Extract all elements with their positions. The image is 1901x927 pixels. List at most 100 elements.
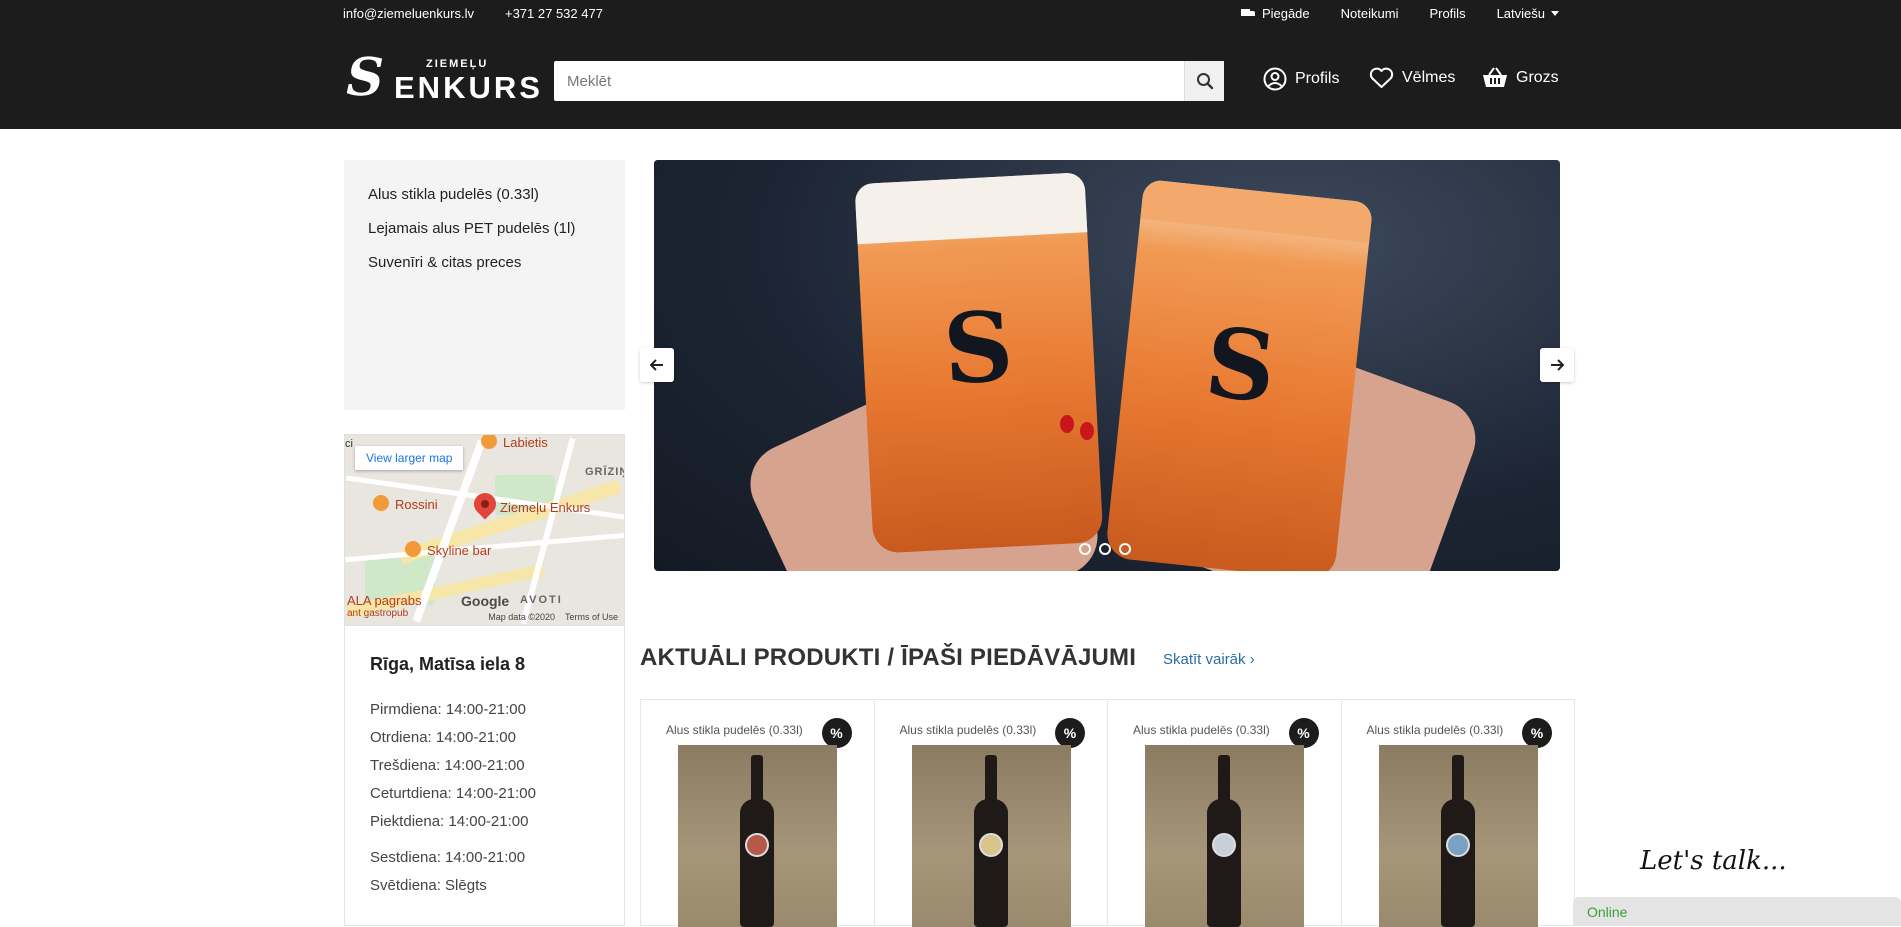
- discount-badge-icon: %: [1522, 718, 1552, 748]
- map-label-ci: ci: [345, 438, 353, 450]
- header-profile-link[interactable]: Profils: [1263, 67, 1339, 91]
- logo-big-text: ENKURS: [394, 70, 543, 105]
- map-label-rossini: Rossini: [395, 497, 438, 512]
- wishlist-label: Vēlmes: [1402, 69, 1456, 86]
- product-category: Alus stikla pudelēs (0.33l): [1133, 723, 1270, 737]
- map-label-labietis: Labietis: [503, 435, 548, 450]
- store-info: Rīga, Matīsa iela 8 Pirmdiena: 14:00-21:…: [344, 626, 625, 926]
- store-address: Rīga, Matīsa iela 8: [370, 654, 526, 674]
- restaurant-marker-icon: [481, 435, 497, 449]
- bottle-image: [973, 755, 1008, 927]
- logo[interactable]: S ZIEMEĻU ENKURS: [340, 47, 540, 110]
- map-footer: Map data ©2020 Terms of Use: [488, 612, 618, 622]
- contact-email-link[interactable]: info@ziemeluenkurs.lv: [343, 6, 474, 21]
- language-label: Latviešu: [1496, 6, 1545, 21]
- hours-sunday: Svētdiena: Slēgts: [370, 877, 487, 894]
- truck-icon: [1240, 8, 1256, 19]
- cart-link[interactable]: Grozs: [1482, 67, 1559, 89]
- chat-widget-bar[interactable]: Online: [1573, 897, 1901, 926]
- product-image[interactable]: [1378, 745, 1538, 927]
- restaurant-marker-icon: [373, 495, 389, 511]
- google-logo: Google: [461, 593, 510, 609]
- search-button[interactable]: [1184, 61, 1224, 101]
- slider-dots: [1079, 543, 1131, 555]
- hours-thursday: Ceturtdiena: 14:00-21:00: [370, 785, 536, 802]
- beer-glass-left: S: [854, 172, 1104, 554]
- category-item-pet[interactable]: Lejamais alus PET pudelēs (1l): [368, 212, 601, 246]
- product-card[interactable]: Alus stikla pudelēs (0.33l) %: [641, 700, 875, 927]
- search-icon: [1196, 73, 1213, 90]
- map-data-text: Map data ©2020: [488, 612, 555, 622]
- slider-dot[interactable]: [1099, 543, 1111, 555]
- wishlist-link[interactable]: Vēlmes: [1369, 67, 1455, 89]
- hours-wednesday: Trešdiena: 14:00-21:00: [370, 757, 525, 774]
- map-label-skyline: Skyline bar: [427, 543, 492, 558]
- beer-glass-right: S: [1104, 179, 1374, 571]
- product-card[interactable]: Alus stikla pudelēs (0.33l) %: [1342, 700, 1575, 927]
- slider-dot[interactable]: [1079, 543, 1091, 555]
- caret-down-icon: [1551, 11, 1559, 16]
- map-label-ala-sub: ant gastropub: [347, 608, 409, 619]
- map-label-enkurs: Ziemeļu Enkurs: [500, 500, 591, 515]
- bottle-image: [740, 755, 774, 927]
- product-category: Alus stikla pudelēs (0.33l): [1366, 723, 1504, 737]
- search-input[interactable]: [554, 61, 1184, 101]
- logo-small-text: ZIEMEĻU: [426, 58, 489, 70]
- bottle-image: [1440, 755, 1475, 927]
- terms-link[interactable]: Noteikumi: [1341, 6, 1399, 21]
- product-card[interactable]: Alus stikla pudelēs (0.33l) %: [1108, 700, 1342, 927]
- chat-status: Online: [1587, 904, 1628, 920]
- location-map[interactable]: View larger map Labietis GRĪZIŅKA ci Ros…: [344, 434, 625, 626]
- slider-prev-button[interactable]: [640, 348, 674, 382]
- cart-label: Grozs: [1516, 69, 1559, 86]
- language-dropdown[interactable]: Latviešu: [1497, 6, 1559, 21]
- product-category: Alus stikla pudelēs (0.33l): [899, 723, 1037, 737]
- delivery-link[interactable]: Piegāde: [1240, 6, 1310, 21]
- top-nav: Piegāde Noteikumi Profils Latviešu: [1240, 6, 1559, 21]
- hours-monday: Pirmdiena: 14:00-21:00: [370, 701, 526, 718]
- slider-next-button[interactable]: [1540, 348, 1574, 382]
- category-item-bottles[interactable]: Alus stikla pudelēs (0.33l): [368, 178, 601, 212]
- basket-icon: [1483, 67, 1507, 87]
- see-more-link[interactable]: Skatīt vairāk ›: [1163, 651, 1255, 668]
- heart-icon: [1369, 67, 1394, 88]
- delivery-label: Piegāde: [1261, 6, 1310, 21]
- glass-logo: S: [1200, 305, 1281, 425]
- category-item-souvenirs[interactable]: Suvenīri & citas preces: [368, 246, 601, 280]
- chat-title[interactable]: Let's talk...: [1640, 846, 1787, 876]
- search-bar: [554, 61, 1224, 101]
- arrow-right-icon: [1551, 359, 1564, 371]
- top-profile-link[interactable]: Profils: [1429, 6, 1465, 21]
- discount-badge-icon: %: [1288, 718, 1319, 748]
- slider-dot[interactable]: [1119, 543, 1131, 555]
- bar-marker-icon: [405, 541, 421, 557]
- header-profile-label: Profils: [1295, 70, 1340, 87]
- product-image[interactable]: [678, 745, 837, 927]
- hours-saturday: Sestdiena: 14:00-21:00: [370, 849, 526, 866]
- arrow-left-icon: [650, 359, 663, 371]
- view-larger-map-button[interactable]: View larger map: [355, 446, 464, 470]
- map-terms-link[interactable]: Terms of Use: [565, 612, 618, 622]
- hours-friday: Piektdiena: 14:00-21:00: [370, 813, 529, 830]
- product-card[interactable]: Alus stikla pudelēs (0.33l) %: [875, 700, 1108, 927]
- hours-tuesday: Otrdiena: 14:00-21:00: [370, 729, 516, 746]
- discount-badge-icon: %: [821, 718, 852, 748]
- map-label-ala: ALA pagrabs: [347, 593, 422, 608]
- logo-anchor-mark: S: [339, 47, 391, 108]
- site-header: info@ziemeluenkurs.lv +371 27 532 477 Pi…: [0, 0, 1901, 129]
- hero-slider[interactable]: S S: [654, 160, 1560, 571]
- bottle-image: [1207, 755, 1241, 927]
- slide-nail: [1080, 422, 1094, 440]
- section-title: AKTUĀLI PRODUKTI / ĪPAŠI PIEDĀVĀJUMI: [640, 644, 1137, 671]
- contact-phone-link[interactable]: +371 27 532 477: [505, 6, 603, 21]
- product-image[interactable]: [1145, 745, 1304, 927]
- product-grid: Alus stikla pudelēs (0.33l) % Alus stikl…: [640, 699, 1575, 927]
- map-label-grizinka: GRĪZIŅKA: [585, 466, 624, 478]
- glass-logo: S: [940, 289, 1016, 407]
- category-menu: Alus stikla pudelēs (0.33l) Lejamais alu…: [344, 160, 625, 410]
- discount-badge-icon: %: [1055, 718, 1085, 748]
- slide-nail: [1060, 415, 1074, 433]
- product-category: Alus stikla pudelēs (0.33l): [666, 723, 803, 737]
- product-image[interactable]: [911, 745, 1071, 927]
- user-circle-icon: [1263, 67, 1287, 91]
